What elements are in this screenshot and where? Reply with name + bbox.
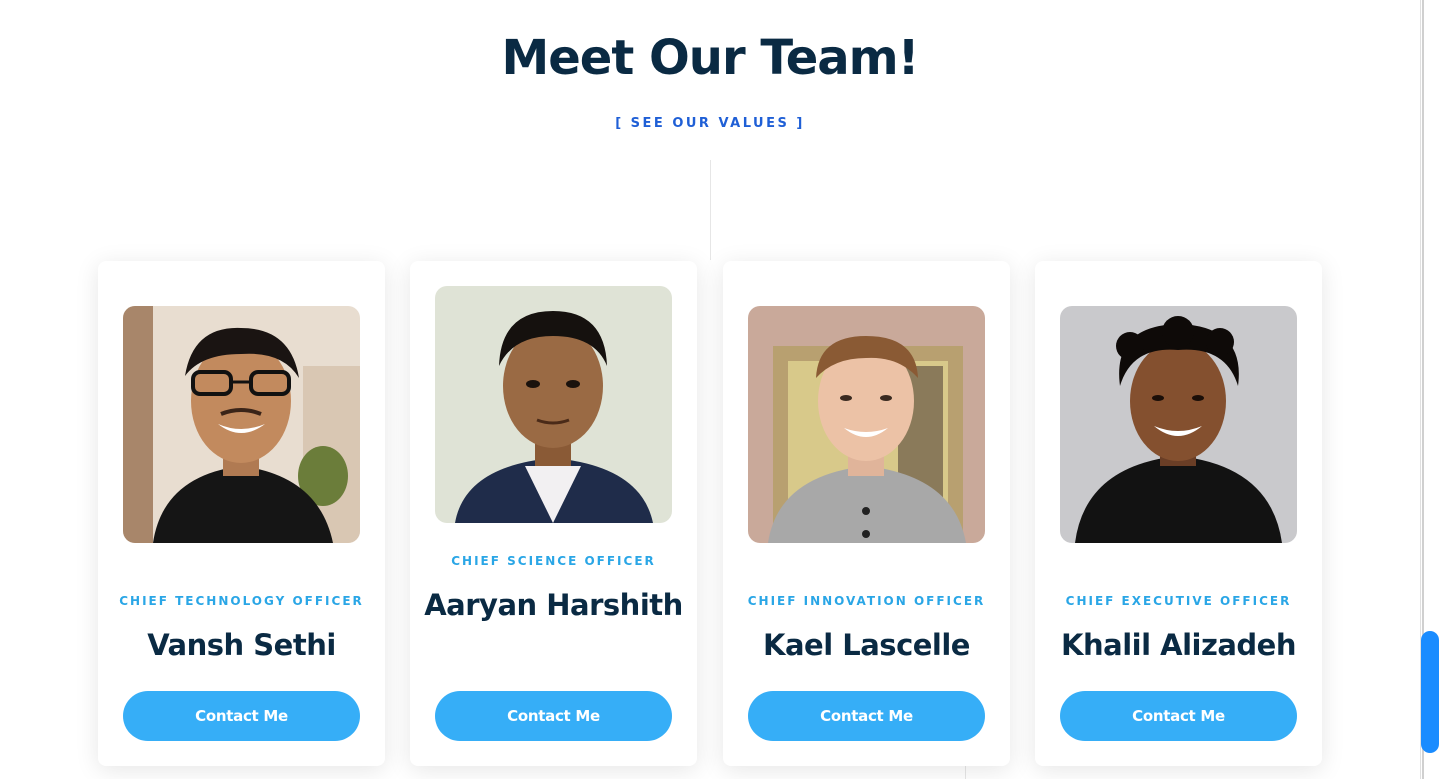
team-name: Kael Lascelle — [763, 628, 970, 662]
contact-me-button[interactable]: Contact Me — [123, 691, 360, 741]
team-name: Khalil Alizadeh — [1061, 628, 1296, 662]
team-card-aaryan-harshith: CHIEF SCIENCE OFFICER Aaryan Harshith Co… — [410, 261, 697, 766]
team-card-khalil-alizadeh: CHIEF EXECUTIVE OFFICER Khalil Alizadeh … — [1035, 261, 1322, 766]
portrait-photo — [123, 306, 360, 543]
avatar — [748, 306, 985, 543]
team-card-kael-lascelle: CHIEF INNOVATION OFFICER Kael Lascelle C… — [723, 261, 1010, 766]
avatar — [123, 306, 360, 543]
contact-me-button[interactable]: Contact Me — [1060, 691, 1297, 741]
see-our-values-link[interactable]: [ SEE OUR VALUES ] — [0, 116, 1420, 131]
page-title: Meet Our Team! — [501, 30, 919, 86]
portrait-photo — [435, 286, 672, 523]
team-name: Vansh Sethi — [147, 628, 336, 662]
contact-me-button[interactable]: Contact Me — [435, 691, 672, 741]
team-card-vansh-sethi: CHIEF TECHNOLOGY OFFICER Vansh Sethi Con… — [98, 261, 385, 766]
avatar — [435, 286, 672, 523]
portrait-photo — [748, 306, 985, 543]
team-role: CHIEF SCIENCE OFFICER — [451, 554, 656, 568]
avatar — [1060, 306, 1297, 543]
team-name: Aaryan Harshith — [424, 588, 683, 622]
portrait-photo — [1060, 306, 1297, 543]
scrollbar-thumb[interactable] — [1421, 631, 1439, 753]
team-role: CHIEF INNOVATION OFFICER — [747, 594, 986, 608]
team-role: CHIEF TECHNOLOGY OFFICER — [119, 594, 364, 608]
contact-me-button[interactable]: Contact Me — [748, 691, 985, 741]
scrollbar-track[interactable] — [1420, 0, 1440, 779]
center-divider — [710, 160, 711, 260]
team-role: CHIEF EXECUTIVE OFFICER — [1065, 594, 1292, 608]
